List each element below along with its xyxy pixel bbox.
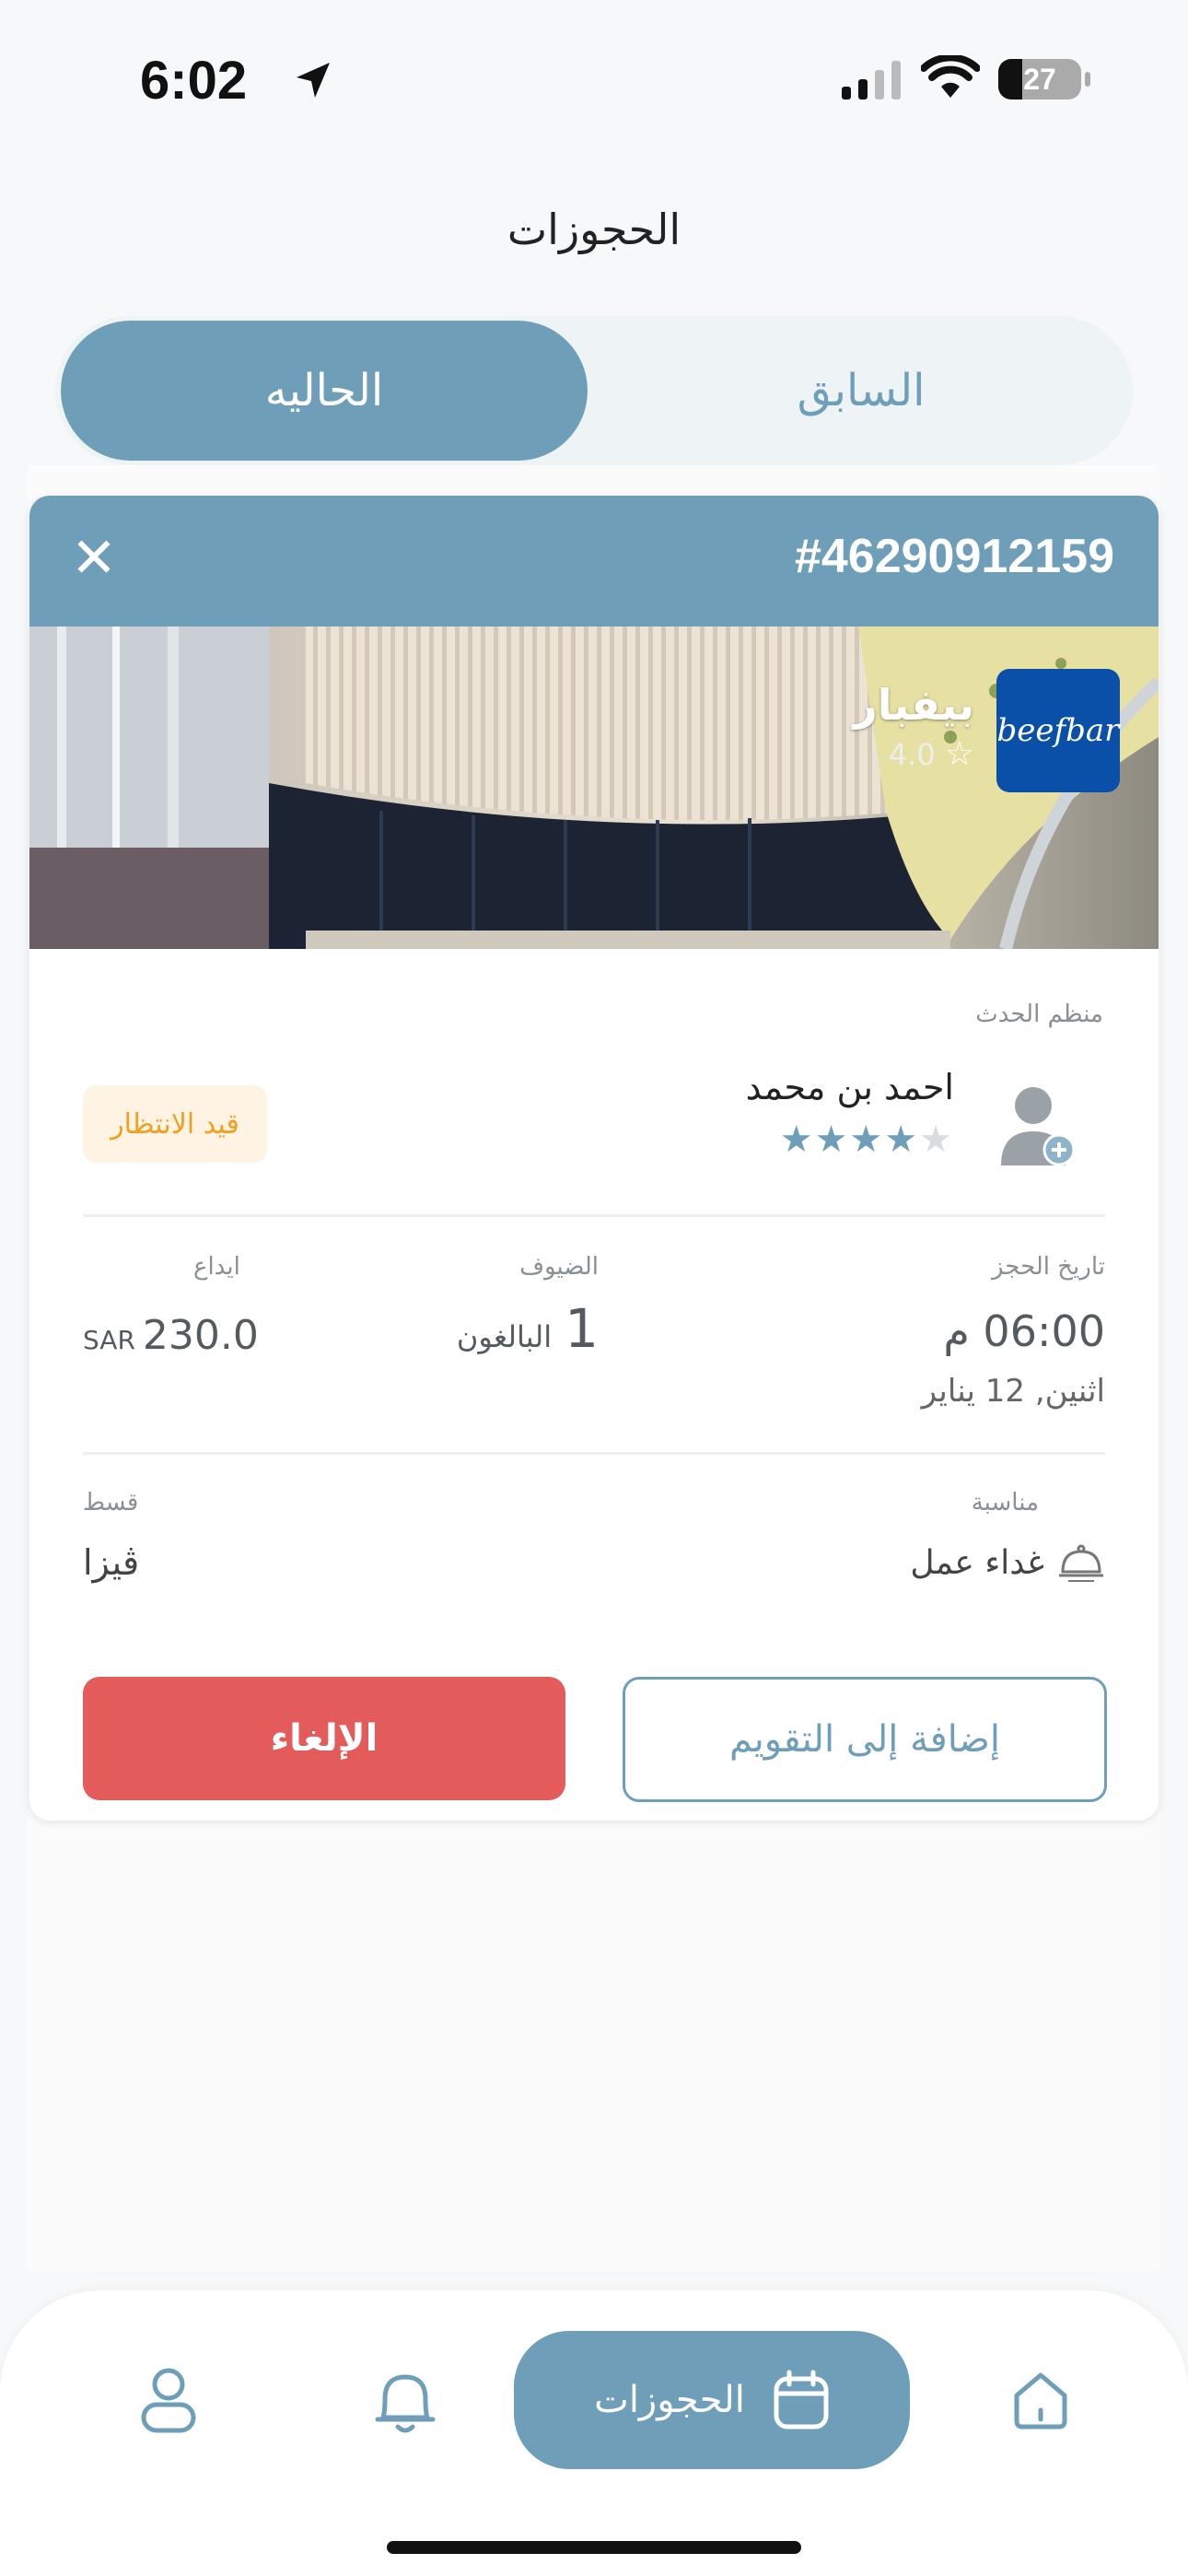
guests-unit: البالغون (456, 1319, 553, 1354)
star-icon: ☆ (944, 735, 974, 773)
date-label: تاريخ الحجز (991, 1253, 1105, 1281)
home-indicator (387, 2541, 801, 2554)
star-icon: ★ (814, 1118, 850, 1161)
star-icon: ★ (779, 1118, 815, 1161)
nav-bookings[interactable]: الحجوزات (514, 2331, 910, 2469)
organizer-name: احمد بن محمد (745, 1067, 954, 1107)
cancel-button[interactable]: الإلغاء (83, 1677, 565, 1800)
star-empty-icon: ★ (919, 1118, 954, 1161)
currency: SAR (83, 1325, 135, 1355)
add-to-calendar-button[interactable]: إضافة إلى التقويم (623, 1677, 1107, 1802)
status-badge: قيد الانتظار (83, 1085, 267, 1163)
tab-previous[interactable]: السابق (589, 321, 1133, 461)
deposit-amount: 230.0 (142, 1312, 259, 1359)
payment-method: ڤيزا (83, 1542, 140, 1583)
star-icon: ★ (849, 1118, 885, 1161)
rating-value: 4.0 (888, 736, 936, 772)
cloche-icon (1059, 1544, 1103, 1582)
bell-icon[interactable] (372, 2366, 438, 2436)
divider (83, 1452, 1105, 1455)
booking-date: اثنين, 12 يناير (921, 1373, 1105, 1410)
restaurant-logo: beefbar (996, 669, 1120, 792)
booking-card: #46290912159 ✕ beefbar بيفبار 4.0 ☆ منظم… (29, 496, 1159, 1821)
deposit-label: ايداع (193, 1253, 240, 1281)
calendar-icon (774, 2370, 829, 2430)
home-icon[interactable] (1009, 2368, 1072, 2432)
booking-number: #46290912159 (794, 530, 1114, 583)
guests-value: 1 البالغون (457, 1297, 599, 1360)
occasion-label: مناسبة (971, 1489, 1039, 1516)
profile-icon[interactable] (138, 2366, 199, 2434)
payment-label: قسط (83, 1489, 139, 1516)
restaurant-name[interactable]: بيفبار (853, 680, 974, 730)
wifi-icon (921, 55, 980, 98)
star-icon: ★ (884, 1118, 920, 1161)
battery-icon: 27 (998, 59, 1081, 100)
divider (83, 1214, 1105, 1217)
guests-count: 1 (565, 1297, 599, 1360)
tab-current[interactable]: الحاليه (61, 321, 588, 461)
page-title: الحجوزات (507, 205, 681, 254)
restaurant-image (29, 626, 1159, 949)
booking-time: 06:00 م (943, 1306, 1105, 1356)
organizer-label: منظم الحدث (975, 1001, 1103, 1028)
guests-label: الضيوف (519, 1253, 599, 1281)
occasion-text: غداء عمل (910, 1543, 1044, 1582)
status-time: 6:02 (140, 51, 248, 111)
restaurant-rating: 4.0 ☆ (889, 735, 974, 773)
deposit-value: SAR 230.0 (83, 1312, 259, 1359)
occasion-value: غداء عمل (910, 1542, 1105, 1583)
signal-icon (842, 61, 901, 100)
booking-card-header: #46290912159 ✕ (29, 496, 1159, 626)
nav-bookings-label: الحجوزات (594, 2379, 745, 2421)
battery-tip (1085, 72, 1090, 87)
avatar-icon (1001, 1087, 1076, 1166)
location-arrow-icon (297, 63, 330, 98)
close-icon[interactable]: ✕ (66, 531, 122, 586)
organizer-stars: ★★★★★ (780, 1118, 954, 1161)
